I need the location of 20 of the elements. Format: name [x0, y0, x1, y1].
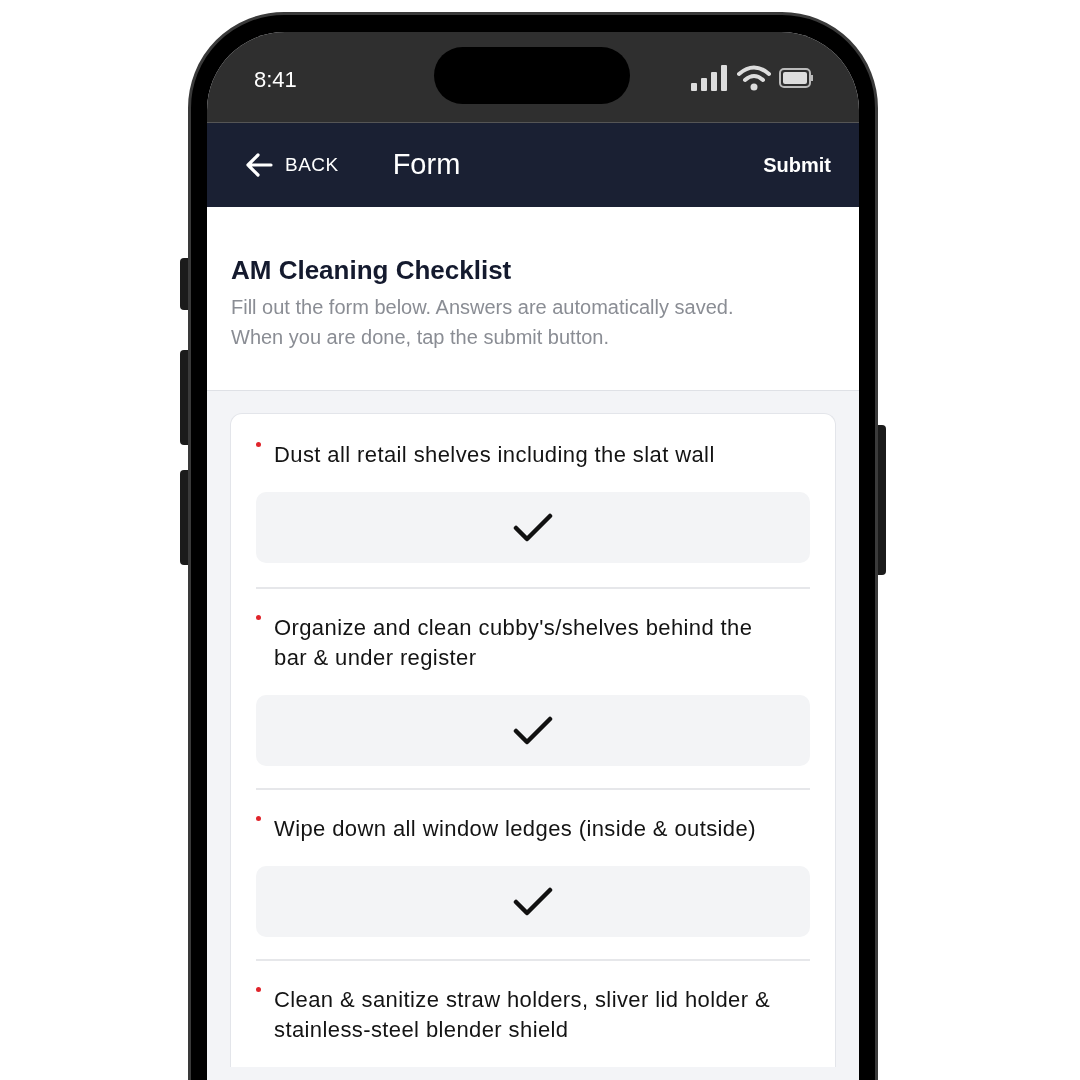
question-text: Organize and clean cubby's/shelves behind the bar & under register — [274, 614, 754, 672]
checkmark-icon — [513, 512, 553, 543]
question-text: Clean & sanitize straw holders, sliver lid holder & stainless-steel blender shield — [274, 986, 772, 1044]
back-arrow-icon — [245, 152, 273, 178]
check-toggle[interactable] — [256, 695, 810, 766]
check-toggle[interactable] — [256, 866, 810, 937]
question-text: Wipe down all window ledges (inside & outside) — [274, 815, 757, 843]
screen-title: Form — [392, 147, 461, 183]
signal-icon — [691, 65, 729, 91]
status-time: 8:41 — [254, 65, 297, 94]
question-text: Dust all retail shelves including the slat wall — [274, 441, 716, 469]
submit-button[interactable]: Submit — [763, 150, 831, 180]
wifi-icon — [737, 65, 771, 91]
check-toggle[interactable] — [256, 492, 810, 563]
battery-icon — [779, 68, 813, 88]
form-description: Fill out the form below. Answers are automatically saved. When you are done, tap the submit button. — [231, 295, 735, 350]
checkmark-icon — [513, 886, 553, 917]
checkmark-icon — [513, 715, 553, 746]
form-title: AM Cleaning Checklist — [231, 254, 513, 287]
back-button[interactable]: BACK — [245, 150, 339, 180]
